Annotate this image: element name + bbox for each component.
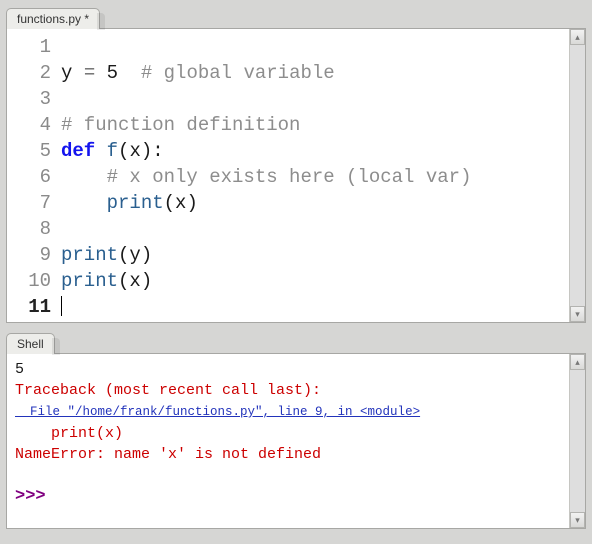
code-token: ) [141, 270, 152, 292]
scroll-track[interactable] [570, 45, 585, 306]
editor-tab-functions[interactable]: functions.py * [6, 8, 100, 29]
gutter-line-number: 7 [7, 190, 61, 216]
code-token: # x only exists here (local var) [107, 166, 472, 188]
code-token: ) [141, 244, 152, 266]
code-token: # function definition [61, 114, 300, 136]
scroll-down-icon[interactable]: ▾ [570, 512, 585, 528]
scroll-track[interactable] [570, 370, 585, 512]
tab-shadow [97, 13, 105, 30]
code-token: y [129, 244, 140, 266]
code-token [61, 192, 107, 214]
scroll-up-icon[interactable]: ▴ [570, 354, 585, 370]
code-line: def f(x): [61, 138, 569, 164]
scroll-down-icon[interactable]: ▾ [570, 306, 585, 322]
gutter-line-number: 8 [7, 216, 61, 242]
editor-code-area[interactable]: y = 5 # global variable # function defin… [61, 29, 569, 322]
shell-traceback-file-link[interactable]: File "/home/frank/functions.py", line 9,… [15, 405, 420, 419]
code-line: y = 5 # global variable [61, 60, 569, 86]
code-token: print [107, 192, 164, 214]
code-line: print(x) [61, 190, 569, 216]
code-token: print [61, 244, 118, 266]
code-line [61, 34, 569, 60]
editor-gutter: 1234567891011 [7, 29, 61, 322]
gutter-line-number: 1 [7, 34, 61, 60]
editor-tab-label: functions.py * [17, 12, 89, 26]
gutter-line-number: 5 [7, 138, 61, 164]
gutter-line-number: 6 [7, 164, 61, 190]
code-token: = [84, 62, 95, 84]
code-token: y [61, 62, 72, 84]
code-token: x [129, 140, 140, 162]
gutter-line-number: 4 [7, 112, 61, 138]
shell-tab-label: Shell [17, 337, 44, 351]
code-token [61, 166, 107, 188]
code-token: ) [141, 140, 152, 162]
gutter-line-number: 10 [7, 268, 61, 294]
shell-traceback-header: Traceback (most recent call last): [15, 382, 321, 399]
shell-tab[interactable]: Shell [6, 333, 55, 354]
code-token [95, 62, 106, 84]
scroll-up-icon[interactable]: ▴ [570, 29, 585, 45]
shell-tabs: Shell [6, 329, 586, 353]
gutter-line-number: 3 [7, 86, 61, 112]
tab-shadow [52, 338, 60, 355]
code-token: x [175, 192, 186, 214]
shell-traceback-error: NameError: name 'x' is not defined [15, 446, 321, 463]
gutter-line-number: 11 [7, 294, 61, 320]
cursor [61, 296, 62, 316]
code-token [72, 62, 83, 84]
code-line [61, 216, 569, 242]
code-token: ( [118, 244, 129, 266]
code-line: print(x) [61, 268, 569, 294]
code-line: print(y) [61, 242, 569, 268]
code-token: f [107, 140, 118, 162]
shell-traceback-code: print(x) [15, 425, 123, 442]
editor-frame: 1234567891011 y = 5 # global variable # … [6, 28, 586, 323]
code-token: ( [164, 192, 175, 214]
code-line [61, 294, 569, 320]
code-token: def [61, 140, 95, 162]
editor-panel: functions.py * 1234567891011 y = 5 # glo… [0, 0, 592, 329]
shell-output-value: 5 [15, 361, 24, 378]
shell-prompt: >>> [15, 487, 46, 506]
code-token: # global variable [141, 62, 335, 84]
editor-tabs: functions.py * [6, 4, 586, 28]
code-token: 5 [107, 62, 118, 84]
shell-scrollbar[interactable]: ▴ ▾ [569, 354, 585, 528]
gutter-line-number: 9 [7, 242, 61, 268]
code-token: ) [186, 192, 197, 214]
code-token [118, 62, 141, 84]
shell-frame: 5 Traceback (most recent call last): Fil… [6, 353, 586, 529]
code-token: x [129, 270, 140, 292]
code-line: # x only exists here (local var) [61, 164, 569, 190]
shell-panel: Shell 5 Traceback (most recent call last… [0, 329, 592, 535]
editor-scrollbar[interactable]: ▴ ▾ [569, 29, 585, 322]
code-token: ( [118, 270, 129, 292]
code-token: : [152, 140, 163, 162]
code-line [61, 86, 569, 112]
code-token: print [61, 270, 118, 292]
code-line: # function definition [61, 112, 569, 138]
code-token: ( [118, 140, 129, 162]
shell-output-area[interactable]: 5 Traceback (most recent call last): Fil… [7, 354, 569, 528]
gutter-line-number: 2 [7, 60, 61, 86]
code-token [95, 140, 106, 162]
